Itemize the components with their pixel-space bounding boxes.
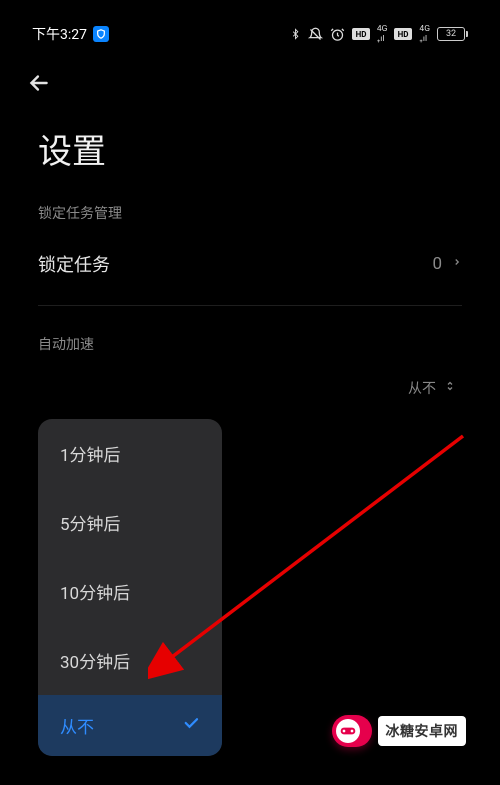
row-lock-label: 锁定任务 [38, 251, 110, 277]
signal-2: 4G₊ıl [419, 25, 430, 43]
section-label-boost: 自动加速 [8, 322, 492, 364]
signal-1: 4G₊ıl [377, 25, 388, 43]
chevron-right-icon [452, 254, 462, 275]
status-bar: 下午3:27 HD 4G₊ıl HD 4G₊ıl 32 [8, 8, 492, 50]
svg-text:HD: HD [398, 30, 409, 39]
row-lock-value-wrap: 0 [432, 254, 462, 275]
check-icon [182, 714, 200, 737]
gamepad-icon [336, 719, 360, 743]
dropdown-item-never-label: 从不 [60, 713, 94, 738]
svg-text:HD: HD [355, 30, 366, 39]
dropdown-item-10min[interactable]: 10分钟后 [38, 557, 222, 626]
shield-icon [93, 26, 109, 42]
hd-icon-2: HD [394, 28, 412, 40]
section-label-lock: 锁定任务管理 [8, 191, 492, 233]
chevron-updown-icon [444, 378, 456, 398]
alarm-icon [330, 27, 345, 42]
hd-icon-1: HD [352, 28, 370, 40]
battery-text: 32 [437, 27, 465, 41]
screen: 下午3:27 HD 4G₊ıl HD 4G₊ıl 32 [8, 8, 492, 777]
status-left: 下午3:27 [32, 24, 109, 44]
divider [38, 305, 462, 306]
watermark: 冰糖安卓网 [332, 715, 467, 747]
dropdown-item-5min[interactable]: 5分钟后 [38, 488, 222, 557]
watermark-badge [332, 715, 372, 747]
dropdown: 1分钟后 5分钟后 10分钟后 30分钟后 从不 [38, 419, 222, 756]
watermark-text: 冰糖安卓网 [378, 716, 467, 746]
battery-icon: 32 [437, 27, 468, 41]
page-title: 设置 [8, 100, 492, 191]
back-row [8, 50, 492, 100]
dropdown-item-1min[interactable]: 1分钟后 [38, 419, 222, 488]
row-lock-value: 0 [432, 254, 442, 274]
status-right: HD 4G₊ıl HD 4G₊ıl 32 [290, 25, 468, 43]
dropdown-item-never[interactable]: 从不 [38, 695, 222, 756]
dropdown-item-30min[interactable]: 30分钟后 [38, 626, 222, 695]
status-time: 下午3:27 [32, 24, 87, 44]
selector-row[interactable]: 从不 [8, 364, 492, 412]
row-lock-tasks[interactable]: 锁定任务 0 [8, 233, 492, 295]
selector-current: 从不 [408, 378, 436, 398]
dnd-icon [308, 27, 323, 42]
bluetooth-icon [290, 27, 301, 41]
back-button[interactable] [26, 81, 52, 100]
